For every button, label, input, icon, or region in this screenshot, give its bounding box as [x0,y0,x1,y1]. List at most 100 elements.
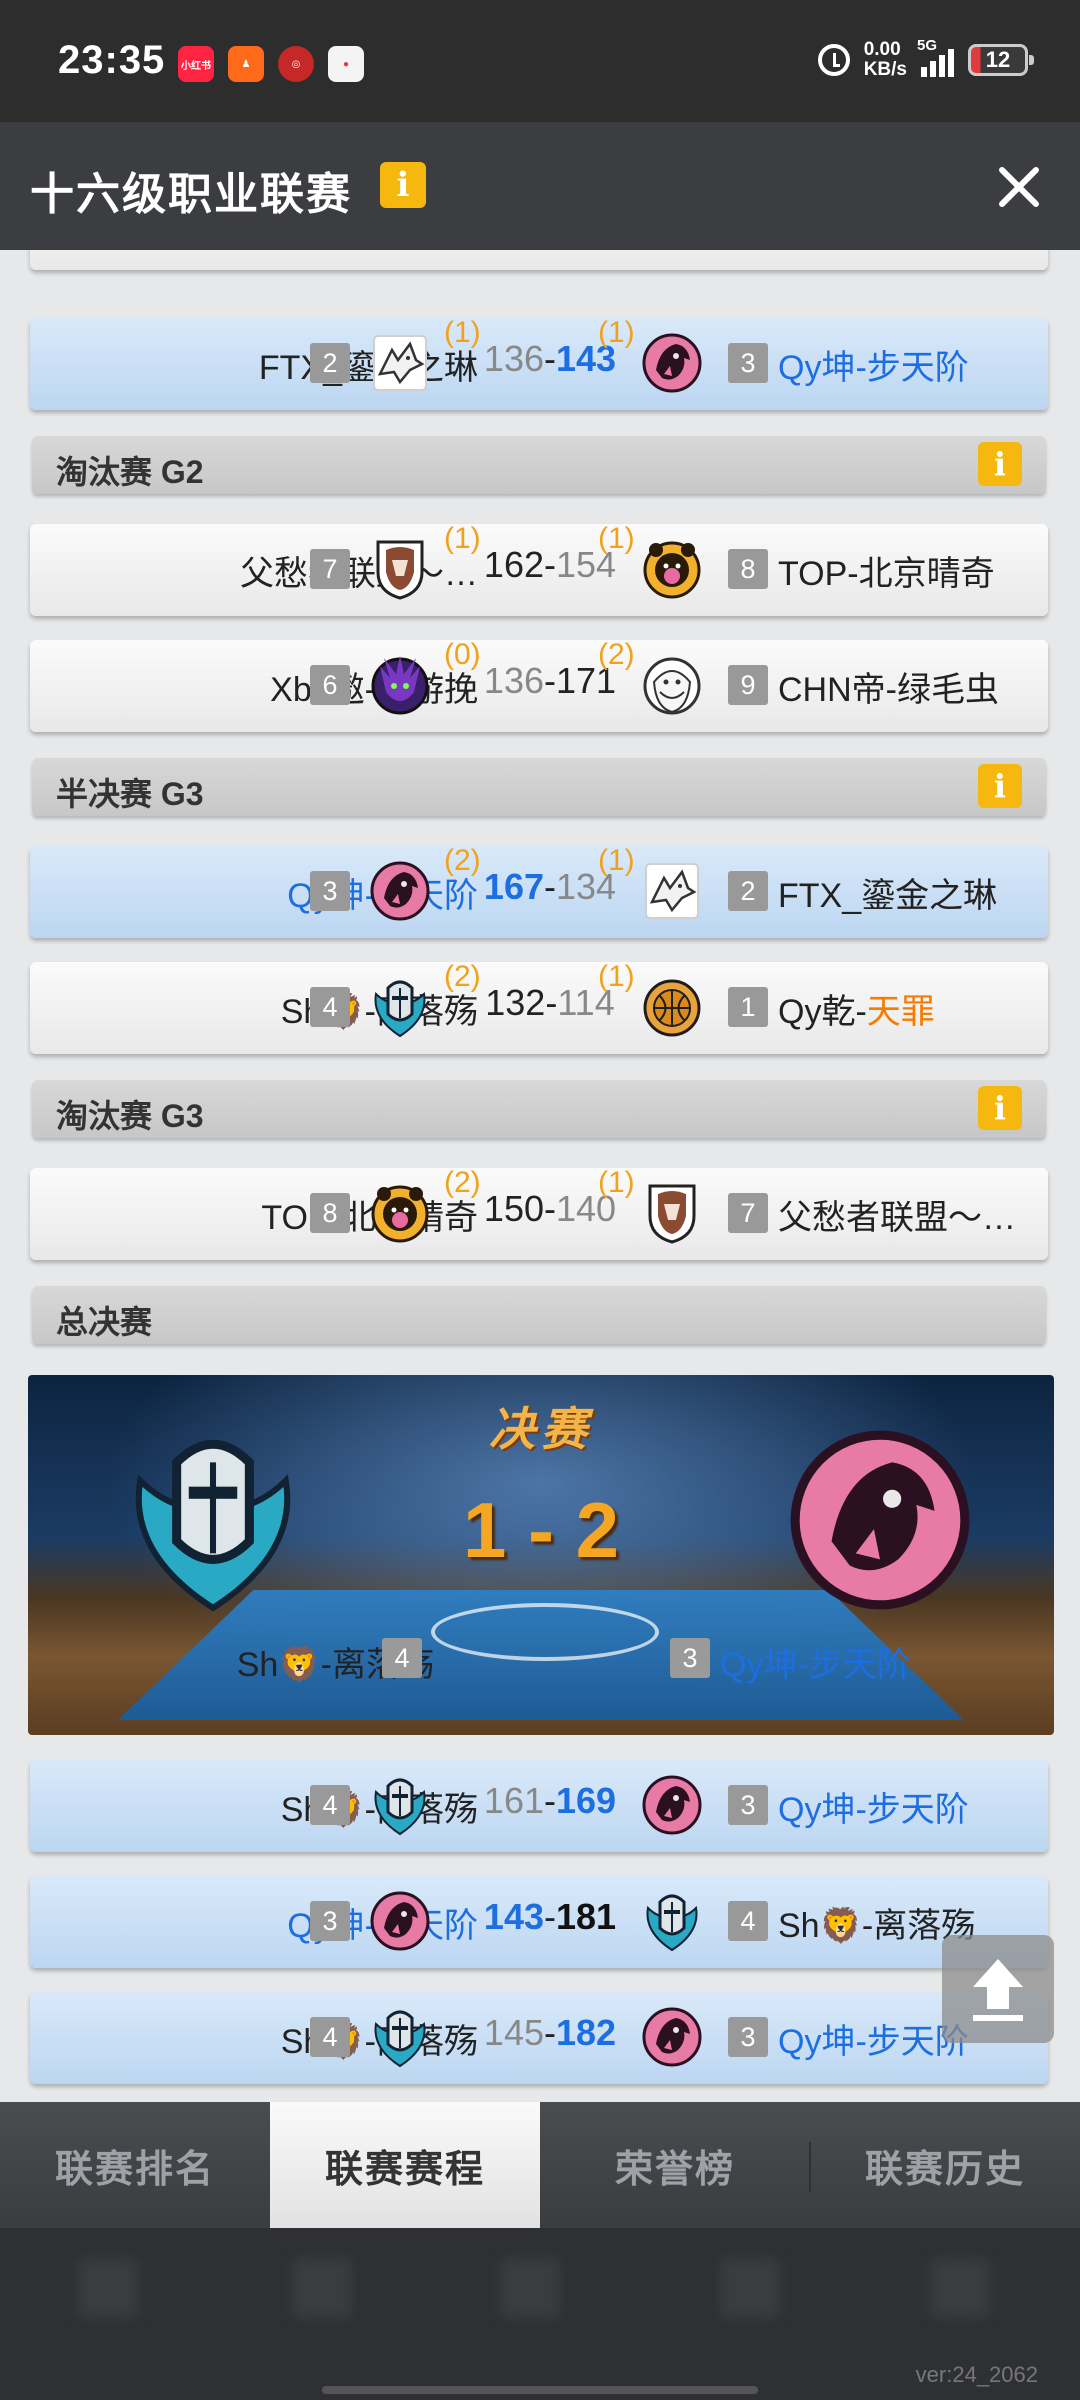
team-left-seed: 3 [310,871,350,911]
match-row[interactable]: Sh🦁-离落殇 4 (2) 132-114 (1) 1 Qy乾-天罪 [30,960,1048,1054]
team-right-seed: 1 [728,987,768,1027]
alarm-icon [817,44,850,76]
tab-league-ranking[interactable]: 联赛排名 [0,2102,270,2228]
left-score: 143 [483,1896,544,1937]
team-right-seed: 3 [728,1785,768,1825]
schedule-list[interactable]: FTX_鎏金之琳 2 (1) 136-143 (1) 3 Qy坤-步天阶 淘汰赛… [0,250,1080,2102]
final-left-seed: 4 [382,1638,422,1678]
tab-honor-roll[interactable]: 荣誉榜 [540,2102,810,2228]
section-title: 淘汰赛 G2 [56,454,204,490]
table-row[interactable] [30,250,1048,270]
team-right-name: Qy坤-步天阶 [778,2023,969,2061]
notification-icons: 小红书 ♟ ◎ ● [178,46,364,82]
section-header: 淘汰赛 G3 i [32,1080,1046,1138]
knight-logo-icon [642,1888,702,1954]
right-score: 181 [556,1896,617,1937]
match-score: 145-182 [483,2012,617,2053]
network-type: 5G [917,37,938,54]
team-right-name-highlight: 天罪 [866,993,935,1031]
team-right-seed: 7 [728,1193,768,1233]
final-right-team: Qy坤-步天阶 [720,1646,911,1684]
knight-logo-icon [370,2004,430,2070]
match-row[interactable]: Xba遨-遨游挽 6 (0) 136-171 (2) 9 CHN帝-绿毛虫 [30,638,1048,732]
court-circle [431,1603,659,1661]
team-left-seed: 3 [310,1901,350,1941]
battery-icon: 12 [968,44,1034,76]
match-row[interactable]: Sh🦁-离落殇 4 161-169 3 Qy坤-步天阶 [30,1760,1048,1852]
right-score: 169 [556,1780,617,1821]
team-right-seed: 3 [728,343,768,383]
scroll-to-top-button[interactable] [942,1935,1054,2043]
tab-league-history[interactable]: 联赛历史 [810,2102,1080,2228]
info-icon[interactable]: i [380,162,426,208]
match-row[interactable]: TOP-北京晴奇 8 (2) 150-140 (1) 7 父愁者联盟～… [30,1166,1048,1260]
net-speed: 0.00 KB/s [864,40,907,80]
blurred-nav-icon [78,2258,138,2318]
signal-icon: 5G [917,37,954,77]
left-score: 167 [483,866,544,907]
status-time: 23:35 [58,38,166,82]
knight-logo-icon [370,1772,430,1838]
wolf-logo-icon [642,858,702,924]
match-row[interactable]: FTX_鎏金之琳 2 (1) 136-143 (1) 3 Qy坤-步天阶 [30,316,1048,410]
left-score: 145 [483,2012,544,2053]
dragon-logo-icon [642,1772,702,1838]
team-right-name: CHN帝-绿毛虫 [778,671,999,709]
section-title: 总决赛 [56,1304,153,1340]
match-row[interactable]: 父愁者联盟～… 7 (1) 162-154 (1) 8 TOP-北京晴奇 [30,522,1048,616]
left-score: 162 [483,544,544,585]
bank-icon: ◎ [278,46,314,82]
section-header: 半决赛 G3 i [32,758,1046,816]
team-right-wins: (1) [598,522,635,555]
team-right-wins: (1) [598,316,635,349]
team-right-name-prefix: Qy乾- [778,993,867,1031]
tab-bar: 联赛排名 联赛赛程 荣誉榜 联赛历史 [0,2102,1080,2228]
team-right-wins: (1) [598,960,635,993]
team-right-seed: 3 [728,2017,768,2057]
old-man-logo-icon [642,652,702,718]
wolf-logo-icon [370,330,430,396]
title-bar: 十六级职业联赛 i [0,122,1080,250]
right-score: 182 [556,2012,617,2053]
team-right-seed: 9 [728,665,768,705]
dragon-logo-icon [642,330,702,396]
team-left-seed: 6 [310,665,350,705]
team-right-name: Qy坤-步天阶 [778,1791,969,1829]
team-right-name: FTX_鎏金之琳 [778,877,998,915]
team-right-name: TOP-北京晴奇 [778,555,995,593]
bear-logo-icon [370,1180,430,1246]
status-indicators: 0.00 KB/s 5G 12 [817,37,1034,80]
version-label: ver:24_2062 [915,2362,1038,2387]
beast-logo-icon [370,652,430,718]
match-row[interactable]: Sh🦁-离落殇 4 145-182 3 Qy坤-步天阶 [30,1992,1048,2084]
info-icon[interactable]: i [978,764,1022,808]
net-speed-unit: KB/s [863,59,907,80]
team-right-wins: (2) [598,638,635,671]
team-right-seed: 2 [728,871,768,911]
shield-logo-icon [642,1180,702,1246]
tab-league-schedule[interactable]: 联赛赛程 [270,2102,540,2228]
match-row[interactable]: Qy坤-步天阶 3 (2) 167-134 (1) 2 FTX_鎏金之琳 [30,844,1048,938]
taobao-icon: ♟ [228,46,264,82]
team-right-seed: 8 [728,549,768,589]
team-right-wins: (1) [598,1166,635,1199]
left-score: 132 [485,982,546,1023]
blurred-nav-icon [930,2258,990,2318]
section-header: 总决赛 [32,1286,1046,1344]
scroll-top-bar [973,2015,1023,2021]
info-icon[interactable]: i [978,442,1022,486]
team-left-seed: 8 [310,1193,350,1233]
bear-logo-icon [642,536,702,602]
close-icon[interactable] [996,164,1042,210]
left-score: 161 [483,1780,544,1821]
final-banner[interactable]: 决赛 1 - 2 Sh🦁-离落殇 4 3 Qy坤-步天阶 [28,1375,1054,1735]
knight-logo-icon [113,1420,313,1620]
section-title: 半决赛 G3 [56,776,204,812]
team-left-seed: 4 [310,2017,350,2057]
xiaohongshu-icon: 小红书 [178,46,214,82]
match-row[interactable]: Qy坤-步天阶 3 143-181 4 Sh🦁-离落殇 [30,1876,1048,1968]
info-icon[interactable]: i [978,1086,1022,1130]
net-speed-value: 0.00 [863,39,901,60]
dragon-logo-icon [370,858,430,924]
home-indicator[interactable] [322,2386,758,2394]
